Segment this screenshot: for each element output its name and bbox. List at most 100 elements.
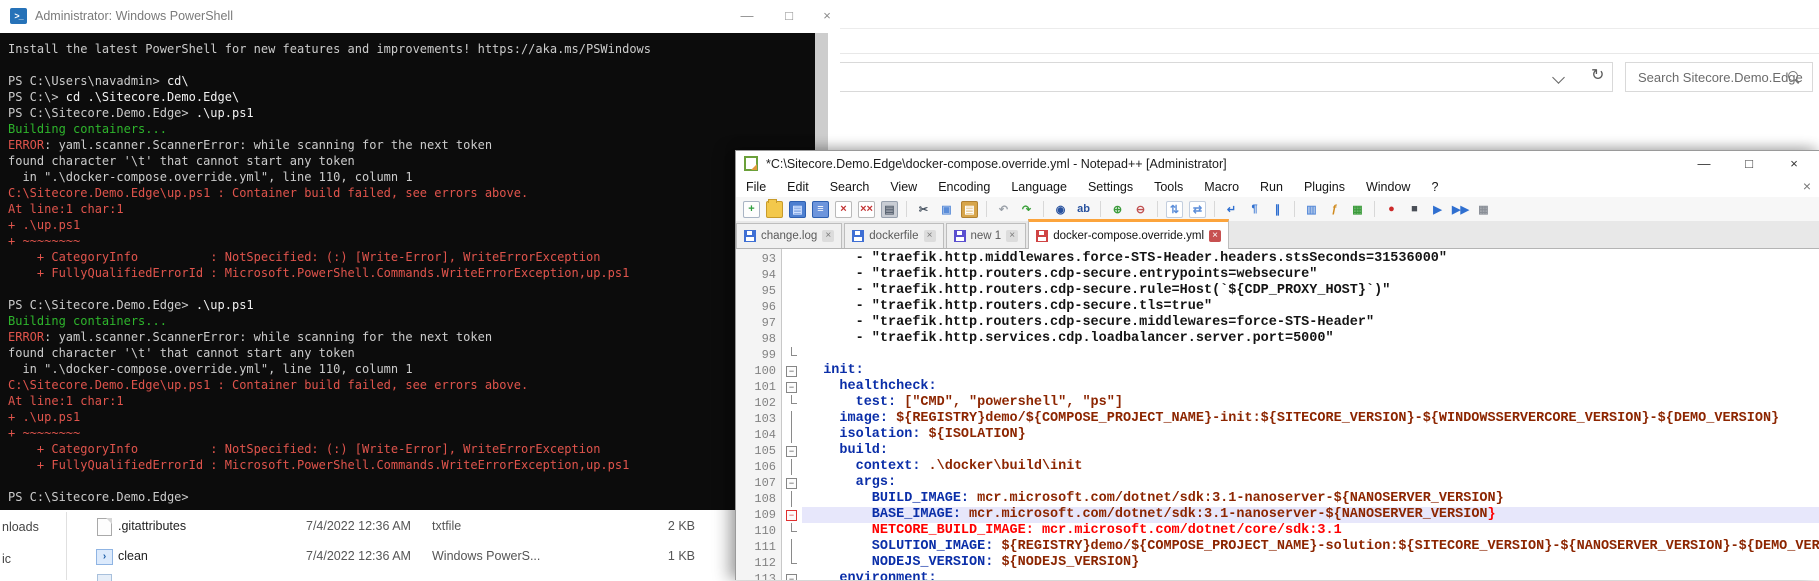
tab-docker-compose-override-yml[interactable]: docker-compose.override.yml ×	[1028, 219, 1230, 249]
fold-marker[interactable]: −	[783, 475, 801, 491]
fold-marker[interactable]	[783, 539, 801, 555]
folder-as-workspace-icon[interactable]: ▦	[1349, 201, 1366, 218]
console-line: found character '\t' that cannot start a…	[8, 345, 815, 361]
run-macro-multiple-icon[interactable]: ▶▶	[1452, 201, 1469, 218]
tab-close-icon[interactable]: ×	[822, 230, 835, 242]
close-icon[interactable]: ×	[835, 200, 852, 218]
print-icon[interactable]: ▤	[881, 200, 898, 218]
nav-pane-item[interactable]: nloads	[2, 520, 39, 534]
menu-item-tools[interactable]: Tools	[1154, 180, 1183, 194]
menu-item-run[interactable]: Run	[1260, 180, 1283, 194]
fold-marker[interactable]: −	[783, 379, 801, 395]
redo-icon[interactable]: ↷	[1018, 201, 1035, 218]
menu-item-search[interactable]: Search	[830, 180, 870, 194]
zoom-out-icon[interactable]: ⊖	[1132, 201, 1149, 218]
sync-vertical-scroll-icon[interactable]: ⇅	[1166, 200, 1183, 218]
menu-item-settings[interactable]: Settings	[1088, 180, 1133, 194]
close-all-icon[interactable]: ××	[858, 200, 875, 218]
notepad-title-bar[interactable]: *C:\Sitecore.Demo.Edge\docker-compose.ov…	[736, 151, 1819, 177]
explorer-search-input[interactable]: Search Sitecore.Demo.Edge	[1625, 62, 1813, 92]
powershell-title-bar[interactable]: >_ Administrator: Windows PowerShell — □…	[0, 0, 840, 33]
close-document-icon[interactable]: ×	[1803, 178, 1811, 194]
stop-macro-icon[interactable]: ■	[1406, 201, 1423, 218]
menu-item-file[interactable]: File	[746, 180, 766, 194]
fold-marker[interactable]	[783, 491, 801, 507]
document-map-icon[interactable]: ▥	[1303, 201, 1320, 218]
paste-icon[interactable]: ▤	[961, 200, 978, 218]
fold-minus: −	[786, 445, 797, 457]
console-text: PS C:\Users\navadmin>	[8, 74, 167, 88]
powershell-console[interactable]: Install the latest PowerShell for new fe…	[0, 33, 815, 510]
playback-macro-icon[interactable]: ▶	[1429, 201, 1446, 218]
fold-marker[interactable]	[783, 555, 801, 571]
fold-marker[interactable]	[783, 395, 801, 411]
console-line: PS C:\Sitecore.Demo.Edge>	[8, 489, 815, 505]
chevron-down-icon[interactable]	[1552, 71, 1565, 84]
menu-item-macro[interactable]: Macro	[1204, 180, 1239, 194]
fold-marker[interactable]	[783, 523, 801, 539]
menu-item-window[interactable]: Window	[1366, 180, 1410, 194]
tab-close-icon[interactable]: ×	[923, 230, 936, 242]
save-icon[interactable]: ▤	[789, 200, 806, 218]
editor-line-text: - "traefik.http.middlewares.force-STS-He…	[807, 251, 1447, 267]
copy-icon[interactable]: ▣	[938, 201, 955, 218]
explorer-address-bar[interactable]: ↻	[838, 62, 1613, 92]
maximize-button[interactable]: □	[1732, 153, 1766, 175]
fold-marker[interactable]	[783, 459, 801, 475]
editor-line-text: SOLUTION_IMAGE: ${REGISTRY}demo/${COMPOS…	[807, 539, 1819, 555]
search-icon[interactable]	[1788, 71, 1798, 81]
menu-item-plugins[interactable]: Plugins	[1304, 180, 1345, 194]
refresh-icon[interactable]: ↻	[1591, 65, 1604, 85]
file-size: 1 KB	[667, 549, 695, 563]
menu-item-[interactable]: ?	[1431, 180, 1438, 194]
replace-icon[interactable]: ab	[1075, 201, 1092, 218]
tab-new-1[interactable]: new 1 ×	[945, 223, 1027, 248]
close-button[interactable]: ×	[1777, 153, 1811, 175]
fold-marker[interactable]: −	[783, 363, 801, 379]
undo-icon[interactable]: ↶	[995, 201, 1012, 218]
menu-item-edit[interactable]: Edit	[787, 180, 809, 194]
console-text: Install the latest PowerShell for new fe…	[8, 42, 651, 56]
tab-dockerfile[interactable]: dockerfile ×	[844, 223, 944, 248]
tab-change-log[interactable]: change.log ×	[736, 223, 843, 248]
word-wrap-icon[interactable]: ↵	[1223, 201, 1240, 218]
indent-guide-icon[interactable]: ∥	[1269, 201, 1286, 218]
save-macro-icon[interactable]: ▦	[1475, 201, 1492, 218]
show-all-characters-icon[interactable]: ¶	[1246, 201, 1263, 218]
fold-marker[interactable]	[783, 347, 801, 363]
minimize-button[interactable]: —	[732, 4, 762, 28]
function-list-icon[interactable]: ƒ	[1326, 201, 1343, 218]
fold-marker[interactable]: −	[783, 443, 801, 459]
console-line: + FullyQualifiedErrorId : Microsoft.Powe…	[8, 457, 815, 473]
file-row[interactable]: › clean 7/4/2022 12:36 AM Windows PowerS...…	[90, 542, 730, 572]
fold-marker[interactable]: −	[783, 507, 801, 523]
tab-close-icon[interactable]: ×	[1006, 230, 1019, 242]
zoom-in-icon[interactable]: ⊕	[1109, 201, 1126, 218]
new-file-icon[interactable]: +	[743, 200, 760, 218]
menu-item-encoding[interactable]: Encoding	[938, 180, 990, 194]
minimize-button[interactable]: —	[1687, 153, 1721, 175]
record-macro-icon[interactable]: ●	[1383, 201, 1400, 218]
menu-item-language[interactable]: Language	[1011, 180, 1067, 194]
powershell-icon: >_	[10, 8, 27, 24]
console-text: found character '\t' that cannot start a…	[8, 346, 355, 360]
menu-item-view[interactable]: View	[890, 180, 917, 194]
find-icon[interactable]: ◉	[1052, 201, 1069, 218]
tab-close-icon[interactable]: ×	[1209, 229, 1222, 242]
fold-marker[interactable]	[783, 411, 801, 427]
sync-horizontal-scroll-icon[interactable]: ⇄	[1189, 200, 1206, 218]
close-button[interactable]: ×	[812, 4, 842, 28]
editor-area[interactable]: 93 - "traefik.http.middlewares.force-STS…	[736, 249, 1819, 580]
file-row[interactable]: .gitattributes 7/4/2022 12:36 AM txtfile 2 …	[90, 512, 730, 542]
maximize-button[interactable]: □	[774, 4, 804, 28]
editor-line: 97 - "traefik.http.routers.cdp-secure.mi…	[736, 315, 1819, 331]
open-file-icon[interactable]	[766, 198, 783, 218]
fold-marker[interactable]	[783, 427, 801, 443]
nav-pane-item[interactable]: ic	[2, 552, 11, 566]
editor-line: 95 - "traefik.http.routers.cdp-secure.ru…	[736, 283, 1819, 299]
save-all-icon[interactable]: ≡	[812, 200, 829, 218]
cut-icon[interactable]: ✂	[915, 201, 932, 218]
fold-marker[interactable]: −	[783, 571, 801, 580]
editor-line-text: environment:	[807, 571, 936, 580]
editor-line-text: isolation: ${ISOLATION}	[807, 427, 1025, 443]
